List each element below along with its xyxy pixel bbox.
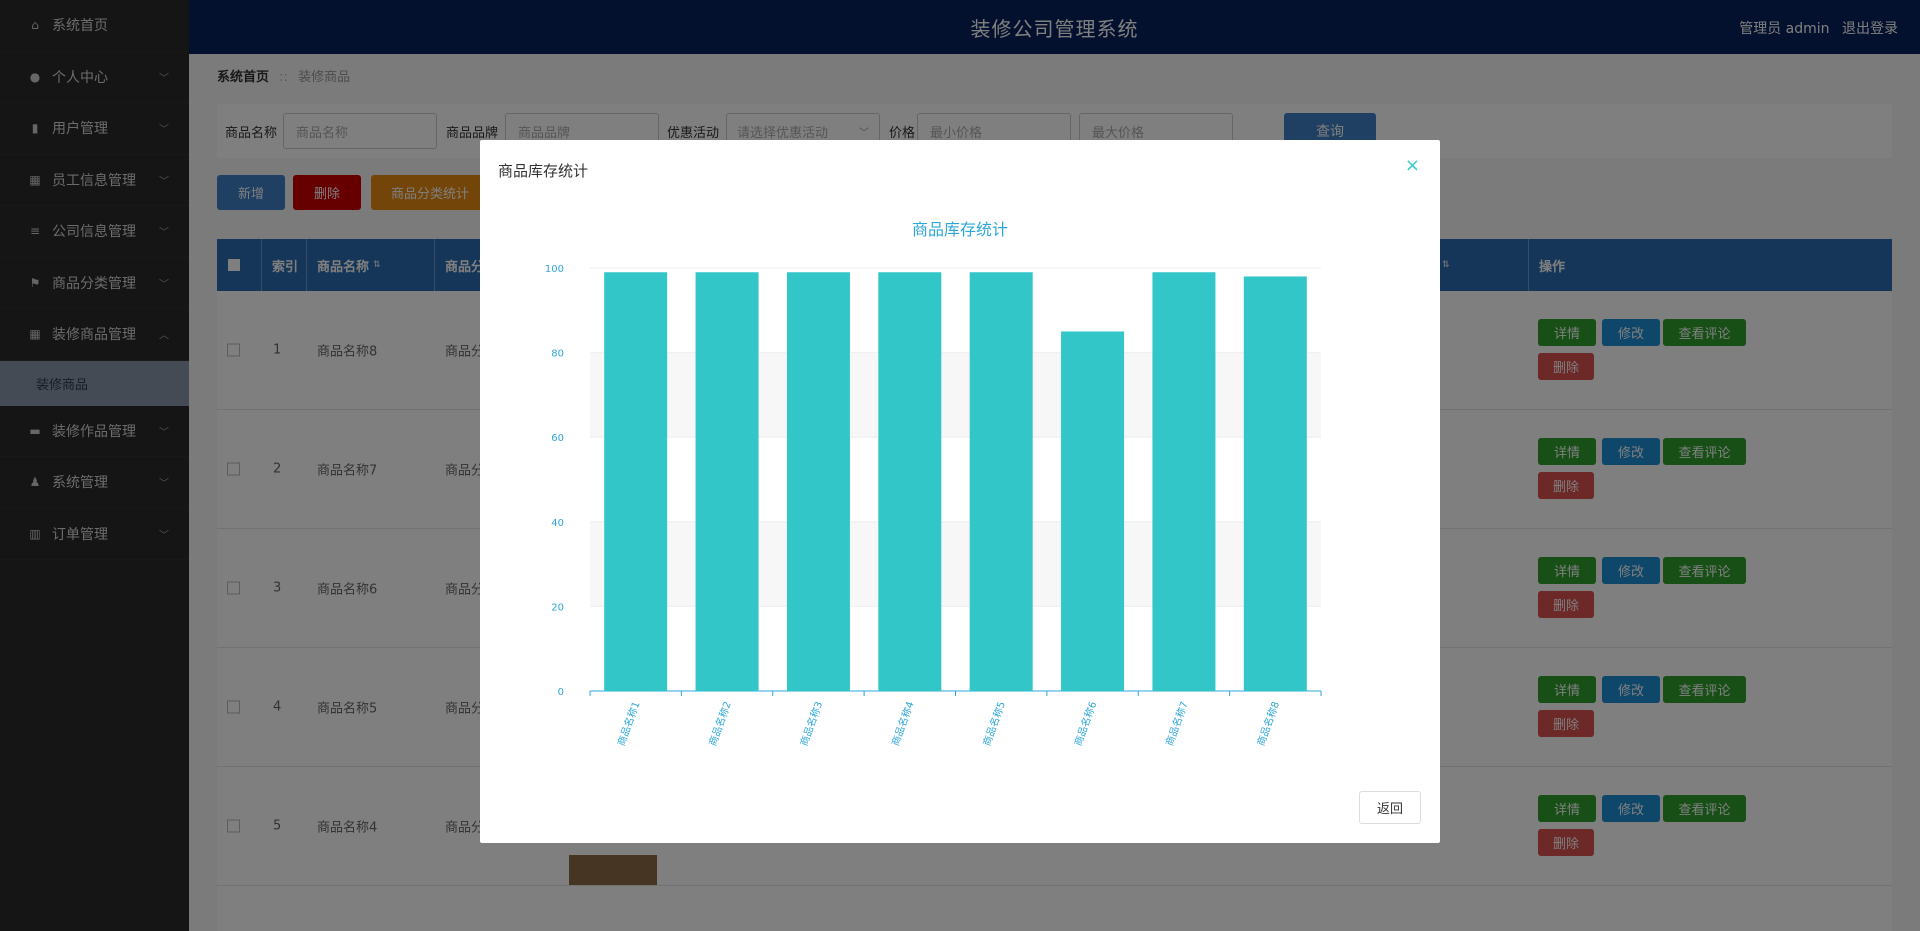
y-tick-label: 60 [551, 433, 564, 444]
bar-商品名称7 [1152, 272, 1216, 691]
x-tick-label: 商品名称8 [1254, 700, 1282, 748]
bar-商品名称1 [604, 272, 668, 691]
bar-商品名称3 [786, 272, 850, 691]
x-tick-label: 商品名称1 [614, 700, 642, 748]
bar-商品名称4 [878, 272, 942, 691]
stock-bar-chart: 0 20 40 60 80 100 商品名称1 商品名称2 商品名称3 商品名称4 商品名称5 商品名… [545, 264, 1322, 748]
x-tick-label: 商品名称3 [797, 700, 825, 748]
x-tick-label: 商品名称2 [706, 700, 734, 748]
y-tick-label: 20 [551, 602, 564, 613]
x-tick-label: 商品名称4 [889, 700, 917, 748]
x-tick-label: 商品名称7 [1163, 700, 1191, 748]
y-tick-label: 40 [551, 518, 564, 529]
y-tick-label: 80 [551, 349, 564, 360]
y-tick-label: 100 [545, 264, 564, 275]
bar-商品名称5 [969, 272, 1033, 691]
back-button[interactable]: 返回 [1359, 791, 1421, 824]
x-tick-label: 商品名称6 [1071, 700, 1099, 748]
bar-商品名称8 [1243, 276, 1307, 691]
x-tick-label: 商品名称5 [980, 700, 1008, 748]
stock-stats-modal: 商品库存统计 × 商品库存统计 0 20 40 60 80 100 商品名称1 商品名称2 商品… [480, 140, 1440, 843]
bar-商品名称2 [695, 272, 759, 691]
y-tick-label: 0 [558, 687, 564, 698]
bar-商品名称6 [1061, 331, 1125, 691]
